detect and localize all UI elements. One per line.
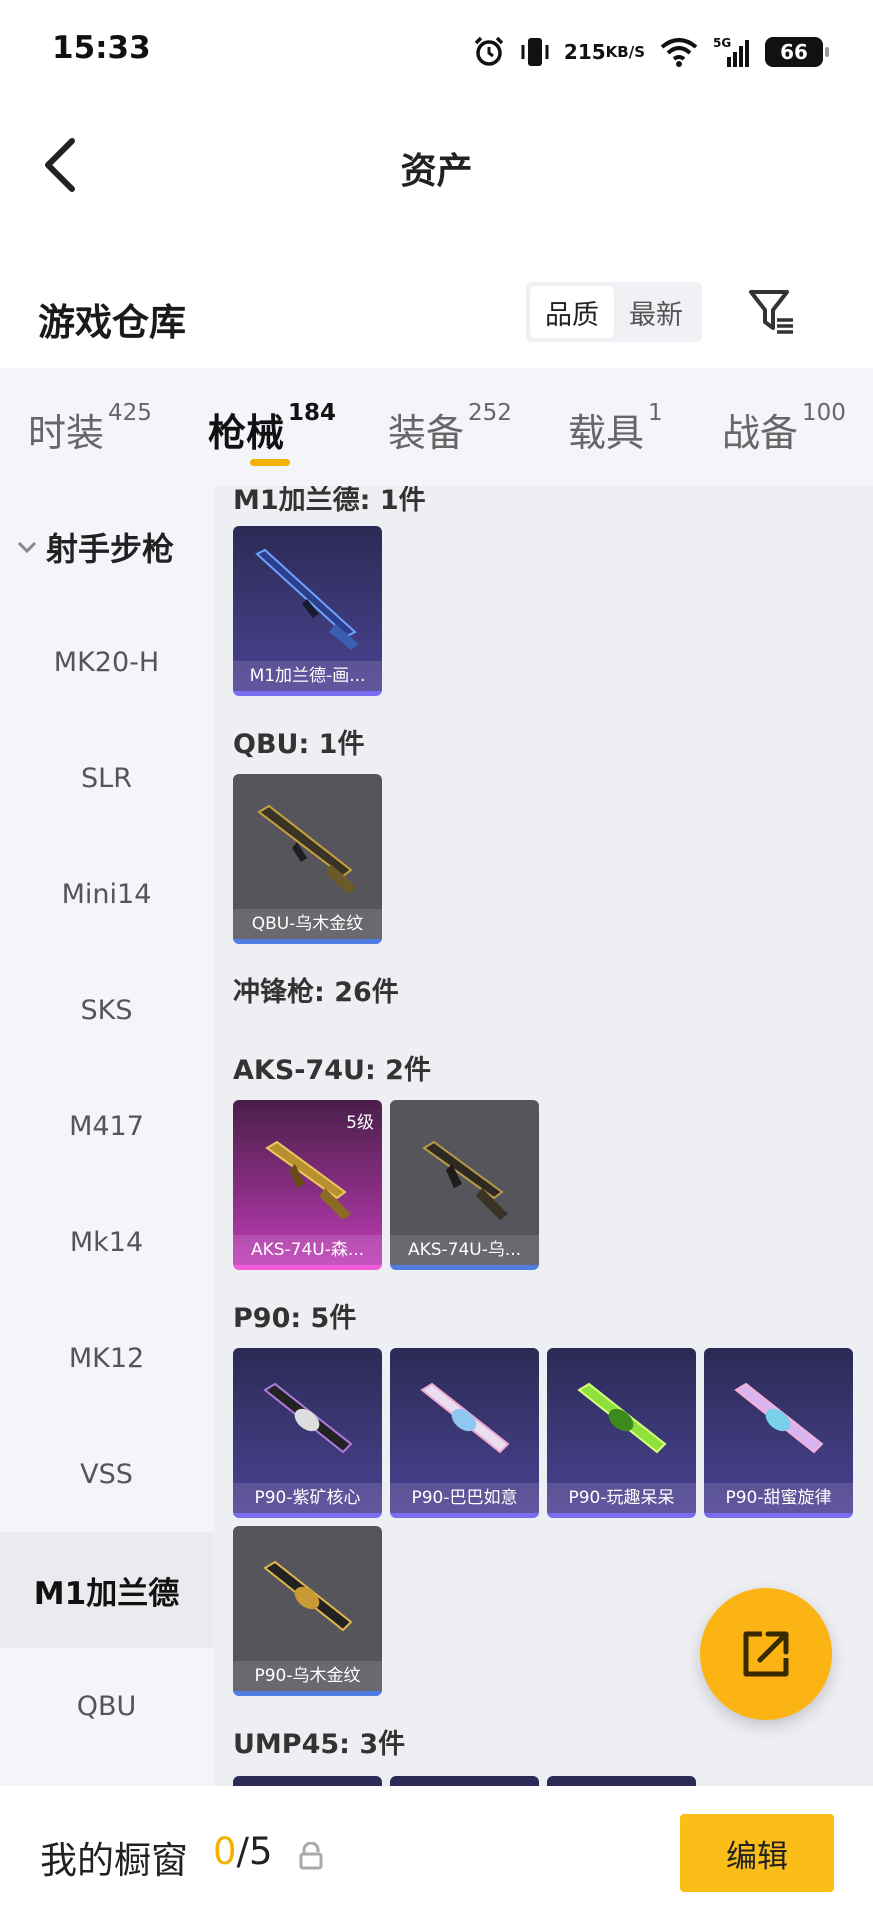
weapon-card[interactable]	[547, 1776, 696, 1786]
smg-icon	[577, 1382, 667, 1454]
smg-icon	[263, 1560, 353, 1632]
tab-label: 枪械	[208, 411, 285, 455]
page-header: 资产	[0, 100, 873, 230]
rifle-icon	[257, 804, 357, 894]
edit-button[interactable]: 编辑	[680, 1814, 834, 1892]
filter-button[interactable]	[742, 282, 802, 342]
weapon-card-name: P90-玩趣呆呆	[547, 1483, 696, 1513]
weapon-card[interactable]: P90-巴巴如意	[390, 1348, 539, 1518]
sidebar-item-vss[interactable]: VSS	[0, 1416, 213, 1532]
weapon-card-name: P90-乌木金纹	[233, 1661, 382, 1691]
lock-icon	[299, 1842, 323, 1870]
vibrate-icon	[520, 35, 550, 69]
category-tabs: 时装 425 枪械 184 装备 252 载具 1 战备 100	[0, 368, 873, 486]
sidebar-item-mk14[interactable]: Mk14	[0, 1184, 213, 1300]
sidebar-item-slr[interactable]: SLR	[0, 720, 213, 836]
showcase-title: 我的橱窗	[40, 1839, 188, 1882]
tab-label: 时装	[28, 411, 105, 455]
group-label-smg: 冲锋枪: 26件	[233, 977, 399, 1008]
group-label-qbu: QBU: 1件	[233, 729, 365, 760]
tab-count: 100	[802, 400, 846, 426]
sort-toggle: 品质 最新	[526, 282, 702, 342]
network-label: 5G	[713, 36, 731, 50]
tab-label: 战备	[722, 411, 799, 455]
tab-count: 1	[648, 400, 663, 426]
chevron-down-icon	[17, 541, 37, 554]
wifi-icon	[659, 36, 699, 68]
showcase-total: 5	[249, 1830, 273, 1873]
weapon-card-name: M1加兰德-画...	[233, 661, 382, 691]
share-icon	[743, 1631, 789, 1677]
rifle-icon	[255, 548, 359, 650]
sort-newest-button[interactable]: 最新	[614, 286, 698, 338]
smg-icon	[422, 1140, 508, 1220]
showcase-current: 0	[213, 1830, 237, 1873]
filter-icon	[749, 290, 793, 334]
weapon-card-name: AKS-74U-乌...	[390, 1235, 539, 1265]
page-title: 资产	[400, 151, 473, 192]
status-bar: 15:33 215 KB/S 5G 66	[0, 0, 873, 100]
group-label-aks: AKS-74U: 2件	[233, 1055, 431, 1086]
status-icons: 215 KB/S 5G 66	[472, 30, 829, 74]
weapon-card[interactable]: P90-乌木金纹	[233, 1526, 382, 1696]
group-label-m1: M1加兰德: 1件	[233, 486, 426, 516]
showcase-count: 0/5	[213, 1830, 273, 1873]
weapon-card-name: P90-巴巴如意	[390, 1483, 539, 1513]
sidebar-item-qbu[interactable]: QBU	[0, 1648, 213, 1764]
sidebar-item-sks[interactable]: SKS	[0, 952, 213, 1068]
weapon-card-name: P90-紫矿核心	[233, 1483, 382, 1513]
weapon-card[interactable]: QBU-乌木金纹	[233, 774, 382, 944]
status-time: 15:33	[52, 30, 151, 66]
alarm-icon	[472, 35, 506, 69]
weapon-sidebar: 射手步枪 MK20-H SLR Mini14 SKS M417 Mk14 MK1…	[0, 486, 213, 1786]
weapon-card[interactable]: AKS-74U-乌...	[390, 1100, 539, 1270]
sidebar-item-mk20h[interactable]: MK20-H	[0, 604, 213, 720]
tab-supplies[interactable]: 战备 100	[722, 400, 846, 457]
weapon-card[interactable]	[233, 1776, 382, 1786]
signal-icon: 5G	[713, 35, 751, 69]
tab-guns[interactable]: 枪械 184	[208, 400, 337, 457]
active-tab-indicator	[250, 459, 290, 466]
share-button[interactable]	[700, 1588, 832, 1720]
tab-count: 425	[108, 400, 152, 426]
net-speed: 215 KB/S	[563, 39, 645, 64]
group-label-ump: UMP45: 3件	[233, 1729, 406, 1760]
smg-icon	[265, 1140, 351, 1220]
sidebar-item-m1-garand[interactable]: M1加兰德	[0, 1532, 213, 1648]
tab-vehicles[interactable]: 载具 1	[568, 400, 663, 457]
tab-label: 载具	[568, 411, 645, 455]
showcase-separator: /	[236, 1830, 250, 1873]
tab-count: 252	[468, 400, 512, 426]
weapon-card[interactable]: P90-玩趣呆呆	[547, 1348, 696, 1518]
smg-icon	[420, 1382, 510, 1454]
battery-indicator: 66	[765, 37, 829, 67]
group-label-p90: P90: 5件	[233, 1303, 357, 1334]
tab-fashion[interactable]: 时装 425	[28, 400, 152, 457]
tab-equipment[interactable]: 装备 252	[388, 400, 512, 457]
net-speed-unit: KB/S	[605, 42, 645, 61]
weapon-card[interactable]: M1加兰德-画...	[233, 526, 382, 696]
sidebar-item-m417[interactable]: M417	[0, 1068, 213, 1184]
sort-quality-button[interactable]: 品质	[530, 286, 614, 338]
showcase-bar: 我的橱窗 0/5 编辑	[0, 1786, 873, 1920]
sidebar-item-mk12[interactable]: MK12	[0, 1300, 213, 1416]
weapon-card[interactable]: 5级 AKS-74U-森...	[233, 1100, 382, 1270]
weapon-card[interactable]	[390, 1776, 539, 1786]
sidebar-group-header[interactable]: 射手步枪	[16, 524, 174, 570]
smg-icon	[263, 1382, 353, 1454]
weapon-card-name: AKS-74U-森...	[233, 1235, 382, 1265]
weapon-card-name: P90-甜蜜旋律	[704, 1483, 853, 1513]
tab-label: 装备	[388, 411, 465, 455]
net-speed-value: 215	[563, 39, 606, 64]
warehouse-title: 游戏仓库	[38, 301, 186, 344]
weapon-card-name: QBU-乌木金纹	[233, 909, 382, 939]
sidebar-item-mini14[interactable]: Mini14	[0, 836, 213, 952]
smg-icon	[734, 1382, 824, 1454]
weapon-card[interactable]: P90-甜蜜旋律	[704, 1348, 853, 1518]
tab-count: 184	[288, 400, 337, 426]
weapon-card[interactable]: P90-紫矿核心	[233, 1348, 382, 1518]
sidebar-group-label: 射手步枪	[46, 530, 175, 568]
